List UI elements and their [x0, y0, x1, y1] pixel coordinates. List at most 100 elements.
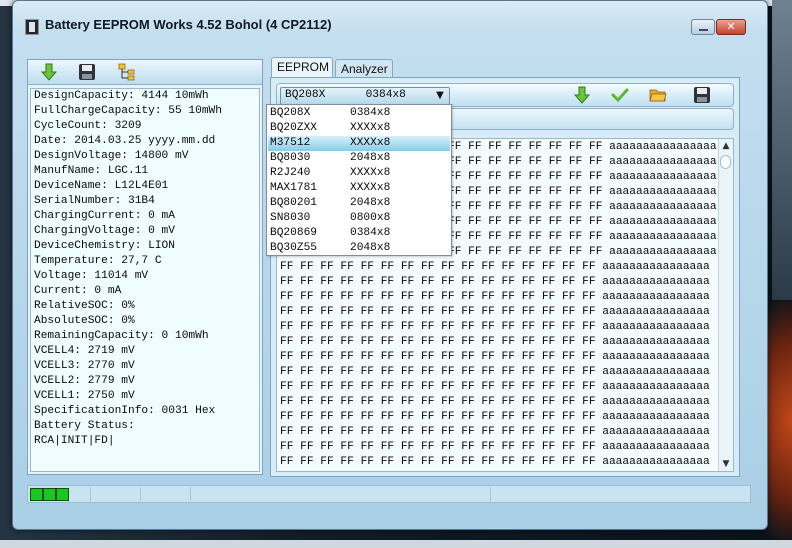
battery-info-line: VCELL3: 2770 mV: [34, 360, 135, 372]
battery-info-line: Temperature: 27,7 C: [34, 255, 162, 267]
chip-option-name: SN8030: [270, 212, 311, 224]
battery-info-line: ManufName: LGC.11: [34, 165, 149, 177]
save-icon[interactable]: [78, 63, 96, 81]
hex-row: FF FF FF FF FF FF FF FF aaaaaaaaaaaaaaaa: [448, 246, 717, 258]
chip-option[interactable]: BQ20869 0384x8: [268, 226, 450, 241]
chip-option-size: 2048x8: [350, 197, 391, 209]
chip-option[interactable]: MAX1781 XXXXx8: [268, 181, 450, 196]
progress-led: [43, 488, 56, 501]
chip-option[interactable]: BQ30Z55 2048x8: [268, 241, 450, 256]
hex-row: FF FF FF FF FF FF FF FF FF FF FF FF FF F…: [280, 291, 710, 303]
battery-info-line: VCELL4: 2719 mV: [34, 345, 135, 357]
hex-row: FF FF FF FF FF FF FF FF FF FF FF FF FF F…: [280, 261, 710, 273]
tree-icon[interactable]: [118, 63, 136, 81]
hex-row: FF FF FF FF FF FF FF FF aaaaaaaaaaaaaaaa: [448, 231, 717, 243]
progress-led: [56, 488, 69, 501]
battery-info-line: ChargingCurrent: 0 mA: [34, 210, 175, 222]
battery-info-line: Date: 2014.03.25 yyyy.mm.dd: [34, 135, 216, 147]
chip-option[interactable]: R2J240 XXXXx8: [268, 166, 450, 181]
chip-option-name: BQ8030: [270, 152, 311, 164]
chip-option[interactable]: BQ20ZXX XXXXx8: [268, 121, 450, 136]
battery-info-line: DesignVoltage: 14800 mV: [34, 150, 189, 162]
status-divider: [140, 487, 141, 501]
chip-option-name: MAX1781: [270, 182, 317, 194]
battery-info-line: DesignCapacity: 4144 10mWh: [34, 90, 209, 102]
hex-row: FF FF FF FF FF FF FF FF FF FF FF FF FF F…: [280, 441, 710, 453]
chip-option[interactable]: SN8030 0800x8: [268, 211, 450, 226]
progress-led: [30, 488, 43, 501]
scroll-down-arrow-icon[interactable]: ▼: [719, 457, 733, 471]
arrow-down-icon[interactable]: [573, 86, 591, 104]
battery-info-line: ChargingVoltage: 0 mV: [34, 225, 175, 237]
hex-row: FF FF FF FF FF FF FF FF FF FF FF FF FF F…: [280, 426, 710, 438]
chevron-down-icon[interactable]: ▼: [432, 89, 448, 103]
save-icon[interactable]: [693, 86, 711, 104]
hex-row: FF FF FF FF FF FF FF FF FF FF FF FF FF F…: [280, 336, 710, 348]
battery-info-line: FullChargeCapacity: 55 10mWh: [34, 105, 222, 117]
status-bar: [27, 485, 751, 503]
chip-option[interactable]: BQ8030 2048x8: [268, 151, 450, 166]
hex-row: FF FF FF FF FF FF FF FF FF FF FF FF FF F…: [280, 456, 710, 468]
tab-eeprom[interactable]: EEPROM: [271, 57, 333, 77]
hex-row: FF FF FF FF FF FF FF FF aaaaaaaaaaaaaaaa: [448, 171, 717, 183]
hex-scrollbar[interactable]: ▲ ▼: [718, 139, 733, 471]
hex-row: FF FF FF FF FF FF FF FF FF FF FF FF FF F…: [280, 351, 710, 363]
battery-info-line: VCELL1: 2750 mV: [34, 390, 135, 402]
chip-option[interactable]: BQ208X 0384x8: [268, 106, 450, 121]
chip-option[interactable]: BQ80201 2048x8: [268, 196, 450, 211]
battery-info-line: Voltage: 11014 mV: [34, 270, 149, 282]
battery-info-line: SpecificationInfo: 0031 Hex: [34, 405, 216, 417]
chip-option-size: 2048x8: [350, 242, 391, 254]
chip-option-name: BQ20869: [270, 227, 317, 239]
scroll-up-arrow-icon[interactable]: ▲: [719, 139, 733, 153]
hex-row: FF FF FF FF FF FF FF FF FF FF FF FF FF F…: [280, 321, 710, 333]
chip-option-name: BQ30Z55: [270, 242, 317, 254]
battery-info-line: DeviceChemistry: LION: [34, 240, 175, 252]
check-icon[interactable]: [611, 86, 629, 104]
tab-analyzer[interactable]: Analyzer: [335, 59, 393, 77]
hex-row: FF FF FF FF FF FF FF FF FF FF FF FF FF F…: [280, 306, 710, 318]
chip-select[interactable]: BQ208X 0384x8 ▼: [280, 87, 450, 105]
chip-option-name: R2J240: [270, 167, 311, 179]
minimize-button[interactable]: [691, 19, 715, 35]
desktop-right-strip: [772, 0, 792, 300]
hex-row: FF FF FF FF FF FF FF FF aaaaaaaaaaaaaaaa: [448, 201, 717, 213]
chip-option-size: XXXXx8: [350, 122, 391, 134]
chip-option-size: 2048x8: [350, 152, 391, 164]
hex-row: FF FF FF FF FF FF FF FF FF FF FF FF FF F…: [280, 411, 710, 423]
battery-info-line: Current: 0 mA: [34, 285, 122, 297]
battery-info-line: RemainingCapacity: 0 10mWh: [34, 330, 209, 342]
hex-row: FF FF FF FF FF FF FF FF FF FF FF FF FF F…: [280, 366, 710, 378]
hex-row: FF FF FF FF FF FF FF FF aaaaaaaaaaaaaaaa: [448, 216, 717, 228]
close-button[interactable]: ✕: [716, 19, 746, 35]
chip-option-name: BQ20ZXX: [270, 122, 317, 134]
app-window: Battery EEPROM Works 4.52 Bohol (4 CP211…: [12, 0, 768, 530]
hex-row: FF FF FF FF FF FF FF FF aaaaaaaaaaaaaaaa: [448, 186, 717, 198]
chip-option-size: 0384x8: [350, 107, 391, 119]
chip-option-size: 0384x8: [350, 227, 391, 239]
hex-row: FF FF FF FF FF FF FF FF aaaaaaaaaaaaaaaa: [448, 156, 717, 168]
battery-info-line: DeviceName: L12L4E01: [34, 180, 169, 192]
battery-info-line: RelativeSOC: 0%: [34, 300, 135, 312]
battery-info-line: RCA|INIT|FD|: [34, 435, 115, 447]
arrow-down-icon[interactable]: [40, 63, 58, 81]
status-divider: [190, 487, 191, 501]
desktop-bottom-strip: [0, 540, 792, 548]
battery-info-panel: DesignCapacity: 4144 10mWh FullChargeCapa…: [27, 59, 263, 475]
battery-app-icon: [25, 19, 39, 35]
battery-info-line: SerialNumber: 31B4: [34, 195, 155, 207]
title-bar[interactable]: Battery EEPROM Works 4.52 Bohol (4 CP211…: [13, 1, 767, 53]
hex-row: FF FF FF FF FF FF FF FF FF FF FF FF FF F…: [280, 381, 710, 393]
chip-option-name: M37512: [270, 137, 311, 149]
scrollbar-thumb[interactable]: [720, 155, 731, 169]
chip-option[interactable]: M37512 XXXXx8: [268, 136, 450, 151]
chip-dropdown-list[interactable]: BQ208X 0384x8 BQ20ZXX XXXXx8 M37512 XXXXx8 BQ8…: [266, 104, 452, 256]
left-toolbar: [28, 60, 262, 85]
folder-open-icon[interactable]: [649, 86, 667, 104]
status-divider: [490, 487, 491, 501]
battery-info-line: CycleCount: 3209: [34, 120, 142, 132]
chip-option-name: BQ80201: [270, 197, 317, 209]
battery-info-line: Battery Status:: [34, 420, 135, 432]
battery-info-line: VCELL2: 2779 mV: [34, 375, 135, 387]
chip-option-size: 0800x8: [350, 212, 391, 224]
